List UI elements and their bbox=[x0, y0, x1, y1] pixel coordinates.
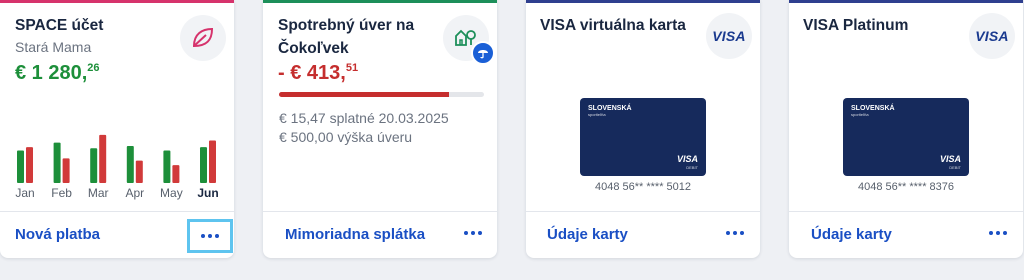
dot bbox=[464, 231, 468, 235]
card-image: SLOVENSKÁ sporiteľňa VISA DEBIT bbox=[580, 98, 706, 176]
umbrella-badge bbox=[471, 41, 495, 65]
card-accent-bar bbox=[526, 0, 760, 3]
more-options-button[interactable] bbox=[187, 219, 233, 253]
extra-repayment-link[interactable]: Mimoriadna splátka bbox=[285, 226, 425, 243]
dot bbox=[1003, 231, 1007, 235]
card-type-label: DEBIT bbox=[686, 165, 698, 170]
card-image: SLOVENSKÁ sporiteľňa VISA DEBIT bbox=[843, 98, 969, 176]
chart-bar-jan-income bbox=[17, 150, 24, 183]
more-options-button[interactable] bbox=[983, 220, 1013, 246]
dot bbox=[726, 231, 730, 235]
repayment-progress-bar bbox=[279, 92, 484, 97]
card-title: Spotrebný úver na Čokoľvek bbox=[278, 17, 415, 57]
chart-bar-apr-expense bbox=[135, 160, 143, 183]
chart-bar-feb-expense bbox=[62, 158, 70, 183]
chart-month-label: Feb bbox=[51, 186, 72, 200]
chart-month-label: Apr bbox=[125, 186, 145, 200]
chart-month-label: Mar bbox=[87, 186, 109, 200]
chart-bar-may-expense bbox=[172, 165, 180, 183]
card-number: 4048 56** **** 5012 bbox=[594, 181, 692, 193]
visa-logo-badge: VISA bbox=[706, 13, 752, 59]
dot bbox=[215, 234, 219, 238]
dot bbox=[733, 231, 737, 235]
card-accent-bar bbox=[0, 0, 234, 3]
chart-bar-jun-income bbox=[200, 147, 207, 183]
chart-bar-mar-expense bbox=[99, 134, 107, 183]
account-card-space[interactable]: SPACE účet Stará Mama € 1 280,26 Jan Feb M… bbox=[0, 0, 234, 258]
chart-month-label: Jan bbox=[15, 186, 35, 200]
card-title: VISA virtuálna karta bbox=[540, 17, 686, 34]
visa-logo-badge: VISA bbox=[969, 13, 1015, 59]
account-icon-badge bbox=[180, 15, 226, 61]
card-title: SPACE účet bbox=[15, 17, 104, 34]
card-number: 4048 56** **** 8376 bbox=[857, 181, 955, 193]
card-visa-mark: VISA bbox=[939, 154, 961, 164]
new-payment-link[interactable]: Nová platba bbox=[15, 226, 100, 243]
card-footer: Mimoriadna splátka bbox=[263, 211, 497, 258]
chart-bar-jun-expense bbox=[209, 140, 216, 183]
installment-info: € 15,47 splatné 20.03.2025 bbox=[279, 110, 449, 126]
card-accent-bar bbox=[263, 0, 497, 3]
card-footer: Údaje karty bbox=[526, 211, 760, 258]
loan-balance-amount: - € 413,51 bbox=[278, 62, 359, 84]
dot bbox=[201, 234, 205, 238]
loan-amount-info: € 500,00 výška úveru bbox=[279, 129, 413, 145]
card-visa-mark: VISA bbox=[676, 154, 698, 164]
card-accent-bar bbox=[789, 0, 1023, 3]
card-footer: Údaje karty bbox=[789, 211, 1023, 258]
account-card-loan[interactable]: Spotrebný úver na Čokoľvek - € 413,51 € … bbox=[263, 0, 497, 258]
dot bbox=[989, 231, 993, 235]
card-visa-virtual[interactable]: VISA virtuálna karta VISA SLOVENSKÁ spori… bbox=[526, 0, 760, 258]
bank-logo: SLOVENSKÁ sporiteľňa bbox=[588, 105, 632, 117]
chart-month-label: Jun bbox=[197, 186, 219, 200]
dot bbox=[478, 231, 482, 235]
more-options-button[interactable] bbox=[720, 220, 750, 246]
card-footer: Nová platba bbox=[0, 211, 234, 258]
repayment-progress-fill bbox=[279, 92, 450, 97]
leaf-icon bbox=[192, 27, 214, 48]
chart-bar-jan-expense bbox=[26, 147, 33, 183]
chart-bar-may-income bbox=[163, 150, 171, 183]
visa-logo-icon: VISA bbox=[712, 28, 746, 44]
chart-month-label: May bbox=[160, 186, 183, 200]
card-subtitle: Stará Mama bbox=[15, 39, 92, 55]
bank-logo: SLOVENSKÁ sporiteľňa bbox=[851, 105, 895, 117]
visa-logo-icon: VISA bbox=[975, 28, 1009, 44]
chart-bar-mar-income bbox=[90, 148, 98, 183]
more-options-button[interactable] bbox=[458, 220, 488, 246]
balance-amount: € 1 280,26 bbox=[15, 62, 100, 84]
card-details-link[interactable]: Údaje karty bbox=[547, 226, 628, 243]
card-title: VISA Platinum bbox=[803, 17, 909, 34]
dot bbox=[208, 234, 212, 238]
card-type-label: DEBIT bbox=[949, 165, 961, 170]
card-visa-platinum[interactable]: VISA Platinum VISA SLOVENSKÁ sporiteľňa V… bbox=[789, 0, 1023, 258]
umbrella-icon bbox=[478, 50, 488, 59]
dot bbox=[471, 231, 475, 235]
chart-bar-apr-income bbox=[126, 146, 134, 183]
dot bbox=[740, 231, 744, 235]
dot bbox=[996, 231, 1000, 235]
card-details-link[interactable]: Údaje karty bbox=[811, 226, 892, 243]
chart-bar-feb-income bbox=[53, 142, 61, 183]
